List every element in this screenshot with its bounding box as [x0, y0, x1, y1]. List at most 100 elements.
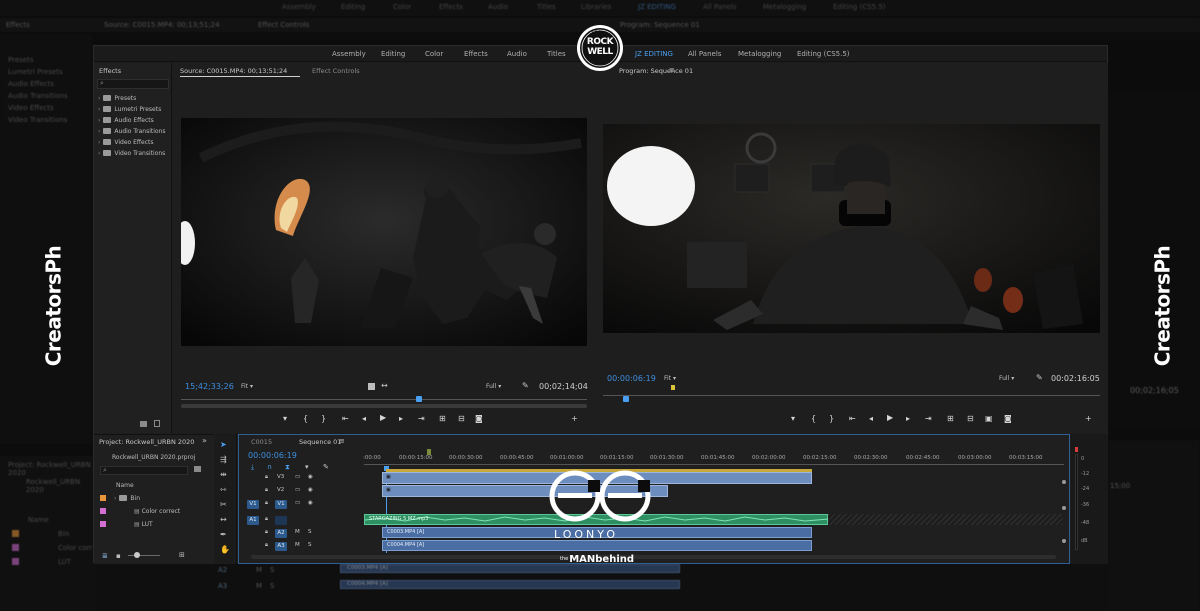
camera-icon[interactable]: ◙: [1004, 414, 1012, 423]
marker-icon[interactable]: [368, 383, 375, 390]
go-to-out-button[interactable]: ⇥: [925, 414, 932, 423]
lock-icon[interactable]: 🔒︎: [265, 529, 268, 536]
mark-in-button[interactable]: {: [303, 414, 308, 423]
mark-in-button[interactable]: {: [811, 414, 816, 423]
workspace-jz-editing[interactable]: JZ EDITING: [635, 50, 673, 58]
hand-tool-icon[interactable]: ✋: [220, 545, 230, 554]
go-to-out-button[interactable]: ⇥: [418, 414, 425, 423]
source-time-ruler[interactable]: [181, 394, 587, 400]
solo-button[interactable]: S: [308, 542, 312, 548]
source-patch-v1[interactable]: V1: [247, 500, 259, 509]
source-patch-a1[interactable]: A1: [247, 516, 259, 525]
track-target-a2[interactable]: A2: [275, 529, 287, 538]
lock-icon[interactable]: 🔒︎: [265, 516, 268, 523]
sync-icon[interactable]: ▭: [295, 487, 300, 493]
effect-controls-tab[interactable]: Effect Controls: [312, 67, 360, 75]
audio-clip-a3[interactable]: C0004.MP4 [A]: [382, 540, 812, 551]
workspace-assembly[interactable]: Assembly: [332, 50, 366, 58]
effects-tab[interactable]: Effects: [99, 67, 121, 75]
rate-stretch-tool-icon[interactable]: ⇿: [220, 485, 227, 494]
step-forward-button[interactable]: ▸: [399, 414, 403, 423]
program-playhead[interactable]: [623, 396, 629, 402]
workspace-color[interactable]: Color: [425, 50, 443, 58]
source-timecode[interactable]: 15;42;33;26: [185, 382, 234, 391]
play-button[interactable]: ▶: [380, 413, 386, 422]
workspace-editing[interactable]: Editing: [381, 50, 405, 58]
workspace-editing-cs55[interactable]: Editing (CS5.5): [797, 50, 850, 58]
add-marker-icon[interactable]: ⧗: [285, 463, 290, 472]
timeline-ruler[interactable]: [364, 464, 1064, 465]
project-item-color-correct[interactable]: ▤ Color correct: [100, 508, 180, 515]
scroll-handle[interactable]: [1062, 480, 1066, 484]
step-back-button[interactable]: ◂: [869, 414, 873, 423]
snap-icon[interactable]: ⤓: [251, 463, 254, 472]
linked-selection-icon[interactable]: ∩: [267, 463, 272, 471]
add-button[interactable]: +: [1085, 414, 1092, 423]
new-item-icon[interactable]: ⊞: [179, 551, 185, 559]
marker-icon[interactable]: ▾: [305, 463, 309, 471]
sync-icon[interactable]: ▭: [295, 474, 300, 480]
slip-tool-icon[interactable]: ↔: [220, 515, 227, 524]
razor-tool-icon[interactable]: ✂: [220, 500, 227, 509]
program-fit-select[interactable]: Fit ▾: [664, 375, 676, 382]
effects-item-audio-transitions[interactable]: › Audio Transitions: [98, 128, 166, 135]
scroll-handle[interactable]: [1062, 539, 1066, 543]
program-quality-select[interactable]: Full ▾: [999, 375, 1014, 382]
mute-button[interactable]: M: [295, 529, 300, 535]
workspace-titles[interactable]: Titles: [547, 50, 566, 58]
add-marker-button[interactable]: ▾: [791, 414, 795, 423]
zoom-slider[interactable]: [128, 555, 160, 556]
workspace-audio[interactable]: Audio: [507, 50, 527, 58]
panel-menu-icon[interactable]: ≡: [339, 437, 345, 445]
project-item-bin[interactable]: › Bin: [100, 495, 140, 502]
project-tab[interactable]: Project: Rockwell_URBN 2020: [99, 438, 194, 446]
effects-item-presets[interactable]: › Presets: [98, 95, 136, 102]
pen-tool-icon[interactable]: ✒: [220, 530, 227, 539]
source-tab[interactable]: Source: C0015.MP4: 00;13;51;24: [180, 67, 287, 75]
mark-out-button[interactable]: }: [321, 414, 326, 423]
source-quality-select[interactable]: Full ▾: [486, 383, 501, 390]
track-select-tool-icon[interactable]: ⇶: [220, 455, 227, 464]
track-target-a1[interactable]: [275, 516, 287, 525]
effects-item-audio-effects[interactable]: › Audio Effects: [98, 117, 154, 124]
lock-icon[interactable]: 🔒︎: [265, 474, 268, 481]
overwrite-button[interactable]: ⊟: [458, 414, 465, 423]
add-marker-button[interactable]: ▾: [283, 414, 287, 423]
step-back-button[interactable]: ◂: [362, 414, 366, 423]
match-frame-icon[interactable]: ↔: [381, 381, 388, 390]
project-name-header[interactable]: Name: [116, 482, 134, 489]
mute-button[interactable]: M: [295, 542, 300, 548]
go-to-in-button[interactable]: ⇤: [342, 414, 349, 423]
selection-tool-icon[interactable]: ➤: [220, 440, 227, 449]
lock-icon[interactable]: 🔒︎: [265, 487, 268, 494]
panel-menu-icon[interactable]: ≡: [669, 66, 675, 74]
timeline-tab-sequence[interactable]: Sequence 01: [299, 438, 341, 446]
scroll-handle[interactable]: [1062, 506, 1066, 510]
effects-item-lumetri-presets[interactable]: › Lumetri Presets: [98, 106, 161, 113]
eye-icon[interactable]: ◉: [308, 487, 313, 493]
wrench-icon[interactable]: ✎: [323, 463, 329, 471]
sync-icon[interactable]: ▭: [295, 500, 300, 506]
program-video-frame[interactable]: [603, 124, 1100, 333]
add-button[interactable]: +: [571, 414, 578, 423]
eye-icon[interactable]: ◉: [308, 474, 313, 480]
play-button[interactable]: ▶: [887, 413, 893, 422]
program-time-ruler[interactable]: [603, 390, 1100, 396]
lock-icon[interactable]: 🔒︎: [265, 500, 268, 507]
program-tab[interactable]: Program: Sequence 01: [619, 67, 693, 75]
mark-out-button[interactable]: }: [829, 414, 834, 423]
source-video-frame[interactable]: [181, 118, 587, 346]
wrench-icon[interactable]: ✎: [522, 381, 529, 390]
program-timecode[interactable]: 00:00:06:19: [607, 374, 656, 383]
lock-icon[interactable]: 🔒︎: [265, 542, 268, 549]
list-view-icon[interactable]: ≣: [102, 552, 108, 560]
timeline-timecode[interactable]: 00:00:06:19: [248, 451, 297, 460]
track-target-a3[interactable]: A3: [275, 542, 287, 551]
workspace-all-panels[interactable]: All Panels: [688, 50, 721, 58]
extract-button[interactable]: ⊟: [967, 414, 974, 423]
workspace-effects[interactable]: Effects: [464, 50, 488, 58]
workspace-metalogging[interactable]: Metalogging: [738, 50, 781, 58]
effects-item-video-effects[interactable]: › Video Effects: [98, 139, 154, 146]
timeline-horizontal-scrollbar[interactable]: [251, 555, 1056, 559]
new-bin-icon[interactable]: [140, 421, 147, 427]
